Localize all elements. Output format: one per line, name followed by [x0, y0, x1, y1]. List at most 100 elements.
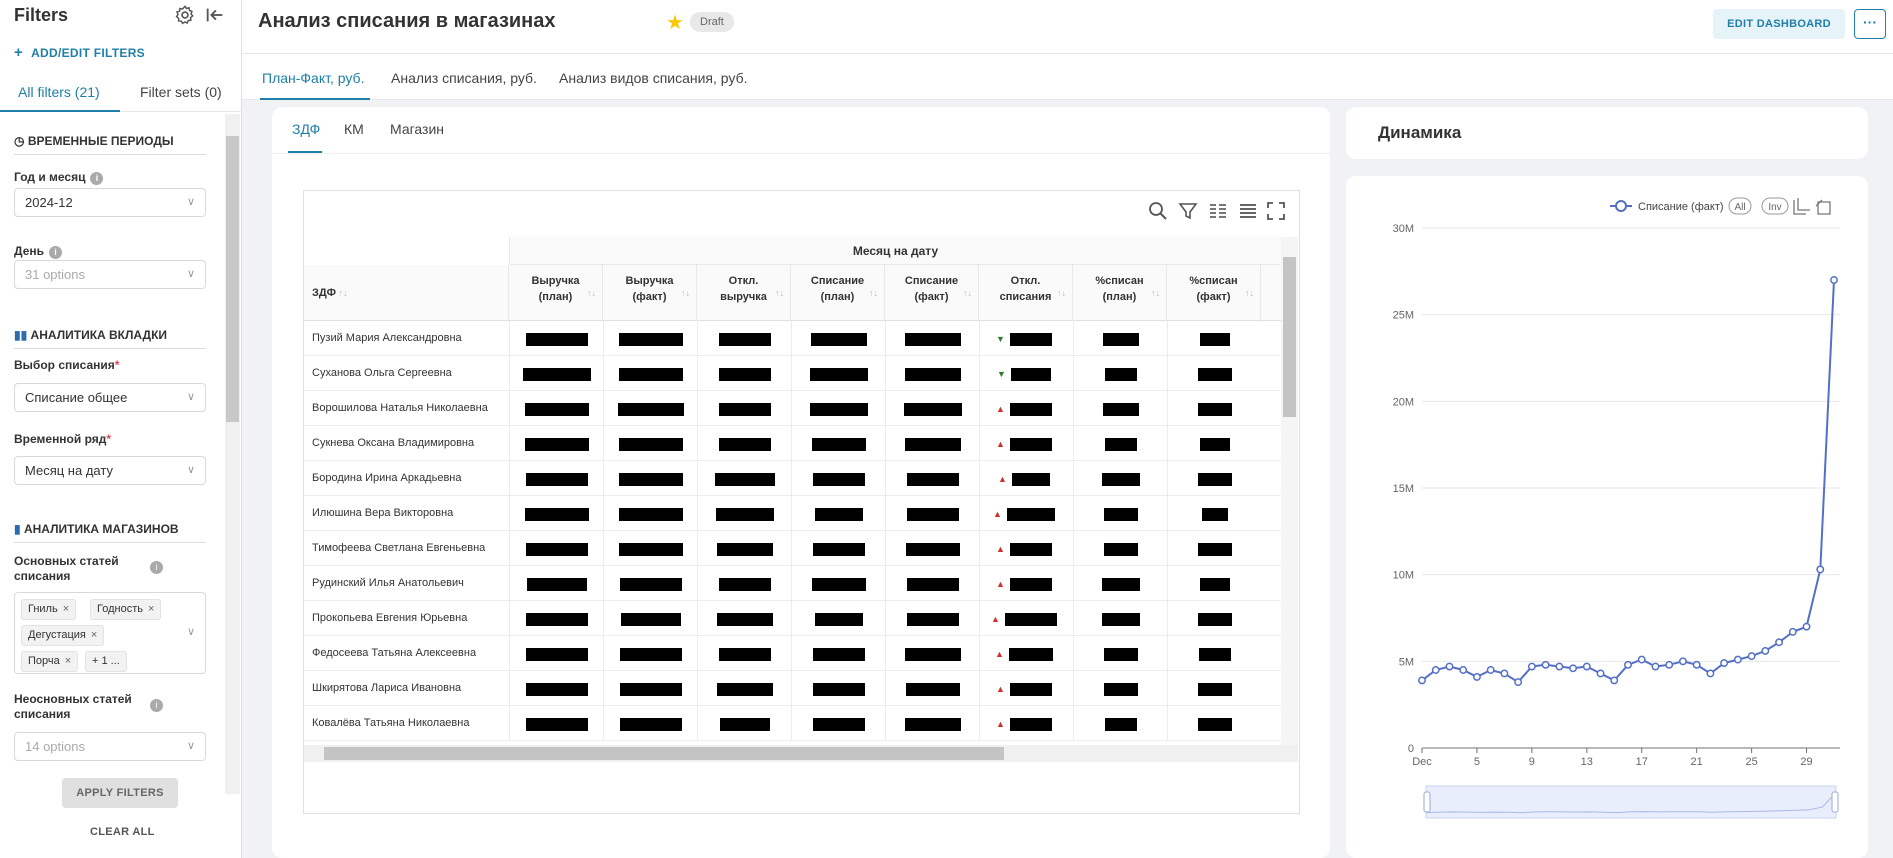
redaction-block [815, 508, 863, 521]
table-row[interactable]: Федосеева Татьяна Алексеевна ▲ [304, 636, 1281, 671]
search-icon[interactable] [1148, 201, 1168, 221]
redaction-block [1104, 508, 1138, 521]
writeoff-choice-select[interactable]: Списание общее ∨ [14, 383, 206, 412]
collapse-sidebar-icon[interactable] [204, 4, 226, 26]
main-items-multiselect[interactable]: Гниль × Годность × Дегустация × Порча × + 1 … [14, 592, 206, 674]
column-header-zdf[interactable]: ЗДФ ↑↓ [304, 265, 509, 321]
columns-icon[interactable] [1208, 201, 1228, 221]
row-name-cell: Федосеева Татьяна Алексеевна [312, 647, 477, 659]
table-row[interactable]: Прокопьева Евгения Юрьевна ▲ [304, 601, 1281, 636]
clear-all-button[interactable]: CLEAR ALL [90, 826, 155, 838]
edit-dashboard-button[interactable]: EDIT DASHBOARD [1713, 9, 1845, 39]
column-header[interactable]: Выручка (план) ↑↓ [509, 265, 603, 321]
tab-km[interactable]: КМ [344, 121, 364, 137]
redacted-value-cell [1167, 356, 1261, 391]
day-select[interactable]: 31 options ∨ [14, 260, 206, 289]
redacted-value-cell [885, 566, 979, 601]
row-name-cell: Прокопьева Евгения Юрьевна [312, 612, 468, 624]
tab-all-filters[interactable]: All filters (21) [18, 84, 100, 100]
redacted-value-cell [509, 321, 603, 356]
data-point [1788, 627, 1797, 636]
filter-tabs: All filters (21) Filter sets (0) [0, 76, 242, 112]
info-icon[interactable]: i [150, 699, 163, 712]
tab-writeoff-types-analysis[interactable]: Анализ видов списания, руб. [559, 70, 748, 86]
close-icon[interactable]: × [63, 603, 69, 615]
scrollbar-thumb[interactable] [1283, 257, 1296, 417]
more-options-button[interactable]: ··· [1854, 9, 1886, 39]
tab-zdf[interactable]: ЗДФ [292, 121, 320, 137]
close-icon[interactable]: × [65, 655, 71, 667]
scrollbar-thumb[interactable] [226, 136, 239, 422]
table-row[interactable]: Бородина Ирина Аркадьевна ▲ [304, 461, 1281, 496]
slider-handle[interactable] [1423, 791, 1431, 813]
table-row[interactable]: Суханова Ольга Сергеевна ▼ [304, 356, 1281, 391]
section-tab-analytics-label: АНАЛИТИКА ВКЛАДКИ [30, 328, 168, 342]
column-header[interactable]: Списание (план) ↑↓ [791, 265, 885, 321]
triangle-up-icon: ▲ [996, 544, 1005, 554]
more-tags-chip[interactable]: + 1 ... [85, 651, 127, 672]
non-main-items-label-text: Неосновных статей списания [14, 692, 132, 721]
tab-writeoff-analysis[interactable]: Анализ списания, руб. [391, 70, 537, 86]
tab-filter-sets[interactable]: Filter sets (0) [140, 84, 222, 100]
scrollbar-thumb[interactable] [324, 747, 1004, 760]
info-icon[interactable]: i [90, 172, 104, 185]
redaction-block [1199, 648, 1231, 661]
zoom-slider[interactable] [1425, 785, 1837, 819]
time-series-select[interactable]: Месяц на дату ∨ [14, 456, 206, 485]
vertical-scrollbar[interactable] [1281, 237, 1298, 745]
column-header[interactable]: Откл. выручка ↑↓ [697, 265, 791, 321]
gear-icon[interactable] [174, 4, 196, 26]
redacted-value-cell [697, 391, 791, 426]
horizontal-scrollbar[interactable] [304, 745, 1298, 762]
tab-store[interactable]: Магазин [390, 121, 444, 137]
column-header[interactable]: Откл. списания ↑↓ [979, 265, 1073, 321]
year-month-select[interactable]: 2024-12 ∨ [14, 188, 206, 217]
table-row[interactable]: Сукнева Оксана Владимировна ▲ [304, 426, 1281, 461]
legend-label: Списание (факт) [1638, 201, 1724, 213]
row-name-cell: Ковалёва Татьяна Николаевна [312, 717, 470, 729]
rows-icon[interactable] [1238, 201, 1258, 221]
x-tick-label: 9 [1529, 756, 1535, 768]
table-row[interactable]: Ворошилова Наталья Николаевна ▲ [304, 391, 1281, 426]
data-point [1431, 666, 1440, 674]
column-header[interactable]: Списание (факт) ↑↓ [885, 265, 979, 321]
table-row[interactable]: Илюшина Вера Викторовна ▲ [304, 496, 1281, 531]
column-header[interactable]: %списан (план) ↑↓ [1073, 265, 1167, 321]
table-row[interactable]: Рудинский Илья Анатольевич ▲ [304, 566, 1281, 601]
redaction-block [526, 543, 588, 556]
table-row[interactable]: Тимофеева Светлана Евгеньевна ▲ [304, 531, 1281, 566]
triangle-up-icon: ▲ [996, 719, 1005, 729]
section-time-periods: ◷ ВРЕМЕННЫЕ ПЕРИОДЫ [14, 134, 206, 155]
redaction-block [621, 613, 681, 626]
close-icon[interactable]: × [148, 603, 154, 615]
redacted-value-cell [791, 426, 885, 461]
close-icon[interactable]: × [91, 629, 97, 641]
slider-handle[interactable] [1831, 791, 1839, 813]
writeoff-choice-label-text: Выбор списания [14, 358, 115, 372]
column-header[interactable]: %списан (факт) ↑↓ [1167, 265, 1261, 321]
table-row[interactable]: Пузий Мария Александровна ▼ [304, 321, 1281, 356]
redacted-value-cell [791, 356, 885, 391]
sidebar-scrollbar[interactable] [225, 114, 240, 794]
info-icon[interactable]: i [49, 246, 62, 259]
zoom-icon[interactable] [1793, 198, 1810, 215]
redacted-value-cell [885, 601, 979, 636]
triangle-down-icon: ▼ [997, 369, 1006, 379]
page-title: Анализ списания в магазинах [258, 10, 556, 32]
filter-icon[interactable] [1178, 201, 1198, 221]
non-main-items-select[interactable]: 14 options ∨ [14, 732, 206, 761]
favorite-star-icon[interactable]: ★ [666, 10, 684, 35]
tab-plan-fact[interactable]: План-Факт, руб. [262, 70, 364, 86]
table-row[interactable]: Ковалёва Татьяна Николаевна ▲ [304, 706, 1281, 741]
redaction-block [526, 613, 588, 626]
zoom-reset-icon[interactable] [1815, 199, 1831, 215]
table-row[interactable]: Шкирятова Лариса Ивановна ▲ [304, 671, 1281, 706]
add-edit-filters-button[interactable]: + ADD/EDIT FILTERS [14, 44, 145, 61]
chart-icon: ▮▮ [14, 328, 31, 342]
info-icon[interactable]: i [150, 561, 163, 574]
column-header[interactable]: Выручка (факт) ↑↓ [603, 265, 697, 321]
redacted-value-cell [1073, 601, 1167, 636]
fullscreen-icon[interactable] [1266, 201, 1286, 221]
apply-filters-button[interactable]: APPLY FILTERS [62, 778, 178, 808]
redaction-block [526, 333, 588, 346]
